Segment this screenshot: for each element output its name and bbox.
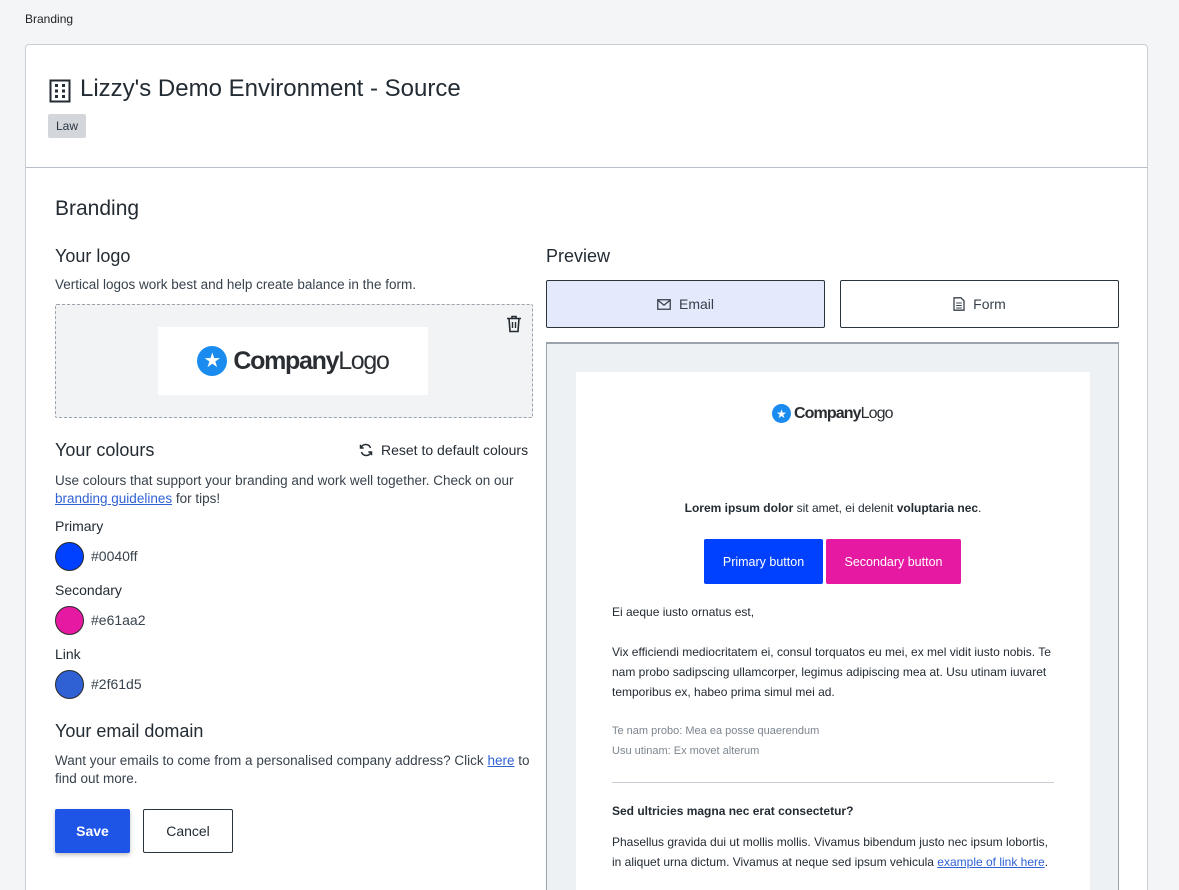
- colours-description: Use colours that support your branding a…: [55, 473, 514, 506]
- email-preview: ★ CompanyLogo Lorem ipsum dolor sit amet…: [576, 372, 1090, 890]
- email-body: Vix efficiendi mediocritatem ei, consul …: [612, 645, 1051, 699]
- breadcrumb: Branding: [25, 12, 74, 26]
- building-icon: [49, 79, 71, 103]
- cancel-button[interactable]: Cancel: [143, 809, 233, 853]
- email-question: Sed ultricies magna nec erat consectetur…: [612, 804, 854, 818]
- email-secondary-button[interactable]: Secondary button: [826, 539, 961, 584]
- tab-form-label: Form: [973, 296, 1006, 312]
- secondary-colour-label: Secondary: [55, 582, 122, 598]
- email-answer: Phasellus gravida dui ut mollis mollis. …: [612, 835, 1049, 869]
- primary-colour-label: Primary: [55, 518, 104, 534]
- email-meta-2: Usu utinam: Ex movet alterum: [612, 745, 760, 757]
- email-divider: [612, 782, 1054, 783]
- reset-colours-label: Reset to default colours: [381, 442, 529, 458]
- preview-heading: Preview: [546, 246, 611, 266]
- branding-heading: Branding: [55, 197, 140, 220]
- refresh-icon: [359, 443, 373, 457]
- email-example-link[interactable]: example of link here: [937, 855, 1044, 869]
- email-logo-brand-light: Logo: [860, 404, 894, 422]
- tab-email-label: Email: [678, 296, 714, 312]
- primary-colour-swatch[interactable]: [55, 542, 84, 571]
- link-colour-swatch[interactable]: [55, 670, 84, 699]
- email-domain-description: Want your emails to come from a personal…: [55, 753, 530, 786]
- logo-upload-area[interactable]: ★ CompanyLogo: [55, 304, 533, 418]
- primary-colour-hex: #0040ff: [91, 548, 138, 564]
- branding-guidelines-link[interactable]: branding guidelines: [55, 491, 172, 506]
- reset-colours-button[interactable]: Reset to default colours: [359, 442, 528, 458]
- email-intro: Lorem ipsum dolor sit amet, ei delenit v…: [684, 501, 982, 515]
- logo-heading: Your logo: [55, 246, 131, 266]
- email-primary-button[interactable]: Primary button: [704, 539, 823, 584]
- colours-heading: Your colours: [55, 440, 155, 460]
- logo-hint: Vertical logos work best and help create…: [55, 277, 416, 292]
- mail-icon: [657, 298, 671, 310]
- org-title: Lizzy's Demo Environment - Source: [80, 75, 461, 102]
- tab-email[interactable]: Email: [546, 280, 825, 328]
- email-preview-frame: ★ CompanyLogo Lorem ipsum dolor sit amet…: [546, 342, 1119, 890]
- branding-card: Branding Your logo Vertical logos work b…: [25, 167, 1148, 890]
- company-logo: ★ CompanyLogo: [158, 327, 428, 395]
- logo-star-icon: ★: [197, 346, 228, 376]
- org-tag: Law: [48, 114, 87, 138]
- tab-form[interactable]: Form: [840, 280, 1119, 328]
- save-button[interactable]: Save: [55, 809, 130, 853]
- link-colour-label: Link: [55, 646, 81, 662]
- trash-icon[interactable]: [506, 315, 522, 333]
- email-greeting: Ei aeque iusto ornatus est,: [612, 605, 755, 619]
- logo-brand-bold: Company: [233, 346, 339, 375]
- logo-brand-light: Logo: [338, 346, 390, 375]
- document-icon: [953, 297, 965, 311]
- email-logo-star-icon: ★: [772, 404, 791, 423]
- secondary-colour-hex: #e61aa2: [91, 612, 146, 628]
- email-logo-brand-bold: Company: [794, 404, 862, 422]
- email-domain-link[interactable]: here: [487, 753, 514, 768]
- email-domain-heading: Your email domain: [55, 721, 204, 741]
- secondary-colour-swatch[interactable]: [55, 606, 84, 635]
- email-meta-1: Te nam probo: Mea ea posse quaerendum: [612, 725, 820, 737]
- org-header-card: Lizzy's Demo Environment - Source Law: [25, 44, 1148, 168]
- link-colour-hex: #2f61d5: [91, 676, 142, 692]
- email-company-logo: ★ CompanyLogo: [772, 404, 894, 423]
